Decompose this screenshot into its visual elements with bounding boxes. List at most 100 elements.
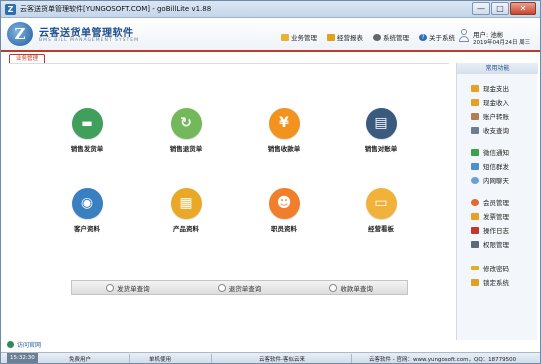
item-label: 修改密码 [483, 265, 509, 273]
permission-icon [471, 240, 479, 248]
search-icon [106, 283, 115, 292]
user-icon [459, 29, 469, 43]
cash-in-icon [471, 98, 479, 106]
invoice-icon [471, 212, 479, 220]
log-icon [471, 226, 479, 234]
app-header: Z 云客送货单管理软件 BMS BILL MANAGEMENT SYSTEM 业… [1, 18, 540, 52]
globe-icon [7, 341, 14, 348]
item-log[interactable]: 操作日志 [471, 225, 509, 235]
item-label: 会员管理 [483, 199, 509, 207]
nav-label: 经营报表 [337, 34, 363, 42]
query-label: 发货单查询 [117, 284, 150, 293]
tile-label: 销售收款单 [267, 145, 301, 153]
app-window: Z 云客送货单管理软件[YUNGOSOFT.COM] - goBillLite … [0, 0, 541, 364]
staff-icon: ☻ [268, 188, 300, 219]
tile-label: 职员资料 [271, 225, 297, 233]
search-ledger-icon [471, 126, 479, 134]
delivery-query-button[interactable]: 发货单查询 [106, 283, 150, 293]
folder-icon [281, 33, 289, 41]
customer-icon: ◉ [71, 188, 103, 219]
item-label: 内网聊天 [483, 177, 509, 185]
tile-label: 产品资料 [173, 225, 199, 233]
return-arrow-icon: ↻ [170, 108, 202, 139]
receipt-query-button[interactable]: 收款单查询 [329, 283, 373, 293]
item-cash-out[interactable]: 现金支出 [471, 83, 509, 93]
dashboard-icon: ▭ [365, 188, 397, 219]
status-mode: 单机使用 [149, 357, 172, 363]
report-icon [327, 33, 335, 41]
query-bar: 发货单查询 退货单查询 收款单查询 [71, 280, 408, 295]
tile-products[interactable]: ▦ 产品资料 [151, 188, 221, 233]
tab-business[interactable]: 业务管理 [9, 54, 45, 63]
sms-icon [471, 162, 479, 170]
query-label: 收款单查询 [340, 284, 373, 293]
title-bar: Z 云客送货单管理软件[YUNGOSOFT.COM] - goBillLite … [1, 1, 540, 18]
tile-staff[interactable]: ☻ 职员资料 [249, 188, 319, 233]
item-lock-system[interactable]: 锁定系统 [471, 277, 509, 287]
item-label: 现金收入 [483, 99, 509, 107]
tile-label: 客户资料 [74, 225, 100, 233]
tile-sales-receipt[interactable]: ¥ 销售收款单 [249, 108, 319, 153]
close-button[interactable]: ✕ [510, 2, 536, 15]
status-website: 云客软件 - 官网：www.yungosoft.com，QQ：18779500 [369, 357, 517, 363]
item-sms[interactable]: 短信群发 [471, 161, 509, 171]
return-query-button[interactable]: 退货单查询 [217, 283, 262, 293]
item-label: 账户转账 [483, 113, 509, 121]
current-date: 2019年04月24日 周三 [473, 40, 531, 46]
nav-business[interactable]: 业务管理 [281, 32, 317, 42]
status-slogan: 云客软件-客似云来 [259, 357, 305, 363]
key-icon [471, 266, 479, 270]
window-title: 云客送货单管理软件[YUNGOSOFT.COM] - goBillLite v1… [20, 5, 212, 13]
item-label: 发票管理 [483, 213, 509, 221]
item-label: 现金支出 [483, 85, 509, 93]
quick-functions-panel: 常用功能 现金支出 现金收入 账户转账 收支查询 微信通知 短信群发 内网聊天 … [456, 63, 538, 340]
nav-about[interactable]: ? 关于系统 [419, 32, 455, 42]
status-time: 15:32:30 [7, 353, 38, 363]
visit-label: 访问官网 [17, 342, 42, 349]
main-panel: ▬ 销售发货单 ↻ 销售退货单 ¥ 销售收款单 ▤ 销售对账单 ◉ 客户资料 ▦… [9, 63, 449, 340]
wechat-icon [471, 148, 479, 156]
nav-system[interactable]: 系统管理 [373, 32, 409, 42]
product-boxes-icon: ▦ [170, 188, 202, 219]
minimize-button[interactable]: — [472, 2, 490, 15]
app-icon: Z [5, 4, 16, 15]
tile-customers[interactable]: ◉ 客户资料 [52, 188, 122, 233]
panel-title: 常用功能 [457, 63, 538, 74]
item-wechat[interactable]: 微信通知 [471, 147, 509, 157]
item-transfer[interactable]: 账户转账 [471, 111, 509, 121]
item-label: 收支查询 [483, 127, 509, 135]
tile-dashboard[interactable]: ▭ 经营看板 [346, 188, 416, 233]
item-label: 权限管理 [483, 241, 509, 249]
status-bar: 15:32:30 免费用户 单机使用 云客软件-客似云来 云客软件 - 官网：w… [1, 352, 540, 363]
item-label: 短信群发 [483, 163, 509, 171]
brand-name: 云客送货单管理软件 [39, 28, 134, 39]
tile-label: 销售退货单 [169, 145, 203, 153]
item-label: 微信通知 [483, 149, 509, 157]
tile-label: 销售发货单 [70, 145, 104, 153]
yuan-icon: ¥ [268, 108, 300, 139]
delivery-truck-icon: ▬ [71, 108, 103, 139]
item-cash-in[interactable]: 现金收入 [471, 97, 509, 107]
item-permission[interactable]: 权限管理 [471, 239, 509, 249]
query-label: 退货单查询 [228, 284, 262, 293]
search-icon [329, 283, 338, 292]
item-invoice[interactable]: 发票管理 [471, 211, 509, 221]
item-ledger-query[interactable]: 收支查询 [471, 125, 509, 135]
transfer-icon [471, 112, 479, 120]
tile-sales-delivery[interactable]: ▬ 销售发货单 [52, 108, 122, 153]
visit-website-link[interactable]: 访问官网 [7, 340, 41, 349]
nav-label: 关于系统 [429, 34, 455, 42]
lock-icon [471, 278, 479, 286]
item-change-password[interactable]: 修改密码 [471, 263, 509, 273]
tile-sales-return[interactable]: ↻ 销售退货单 [151, 108, 221, 153]
tile-sales-statement[interactable]: ▤ 销售对账单 [346, 108, 416, 153]
nav-reports[interactable]: 经营报表 [327, 32, 363, 42]
item-chat[interactable]: 内网聊天 [471, 175, 509, 185]
gear-icon [373, 33, 381, 41]
logo-icon: Z [7, 22, 33, 46]
item-member[interactable]: 会员管理 [471, 197, 509, 207]
nav-label: 系统管理 [383, 34, 409, 42]
search-icon [217, 283, 226, 292]
item-label: 锁定系统 [483, 279, 509, 287]
maximize-button[interactable]: □ [491, 2, 509, 15]
